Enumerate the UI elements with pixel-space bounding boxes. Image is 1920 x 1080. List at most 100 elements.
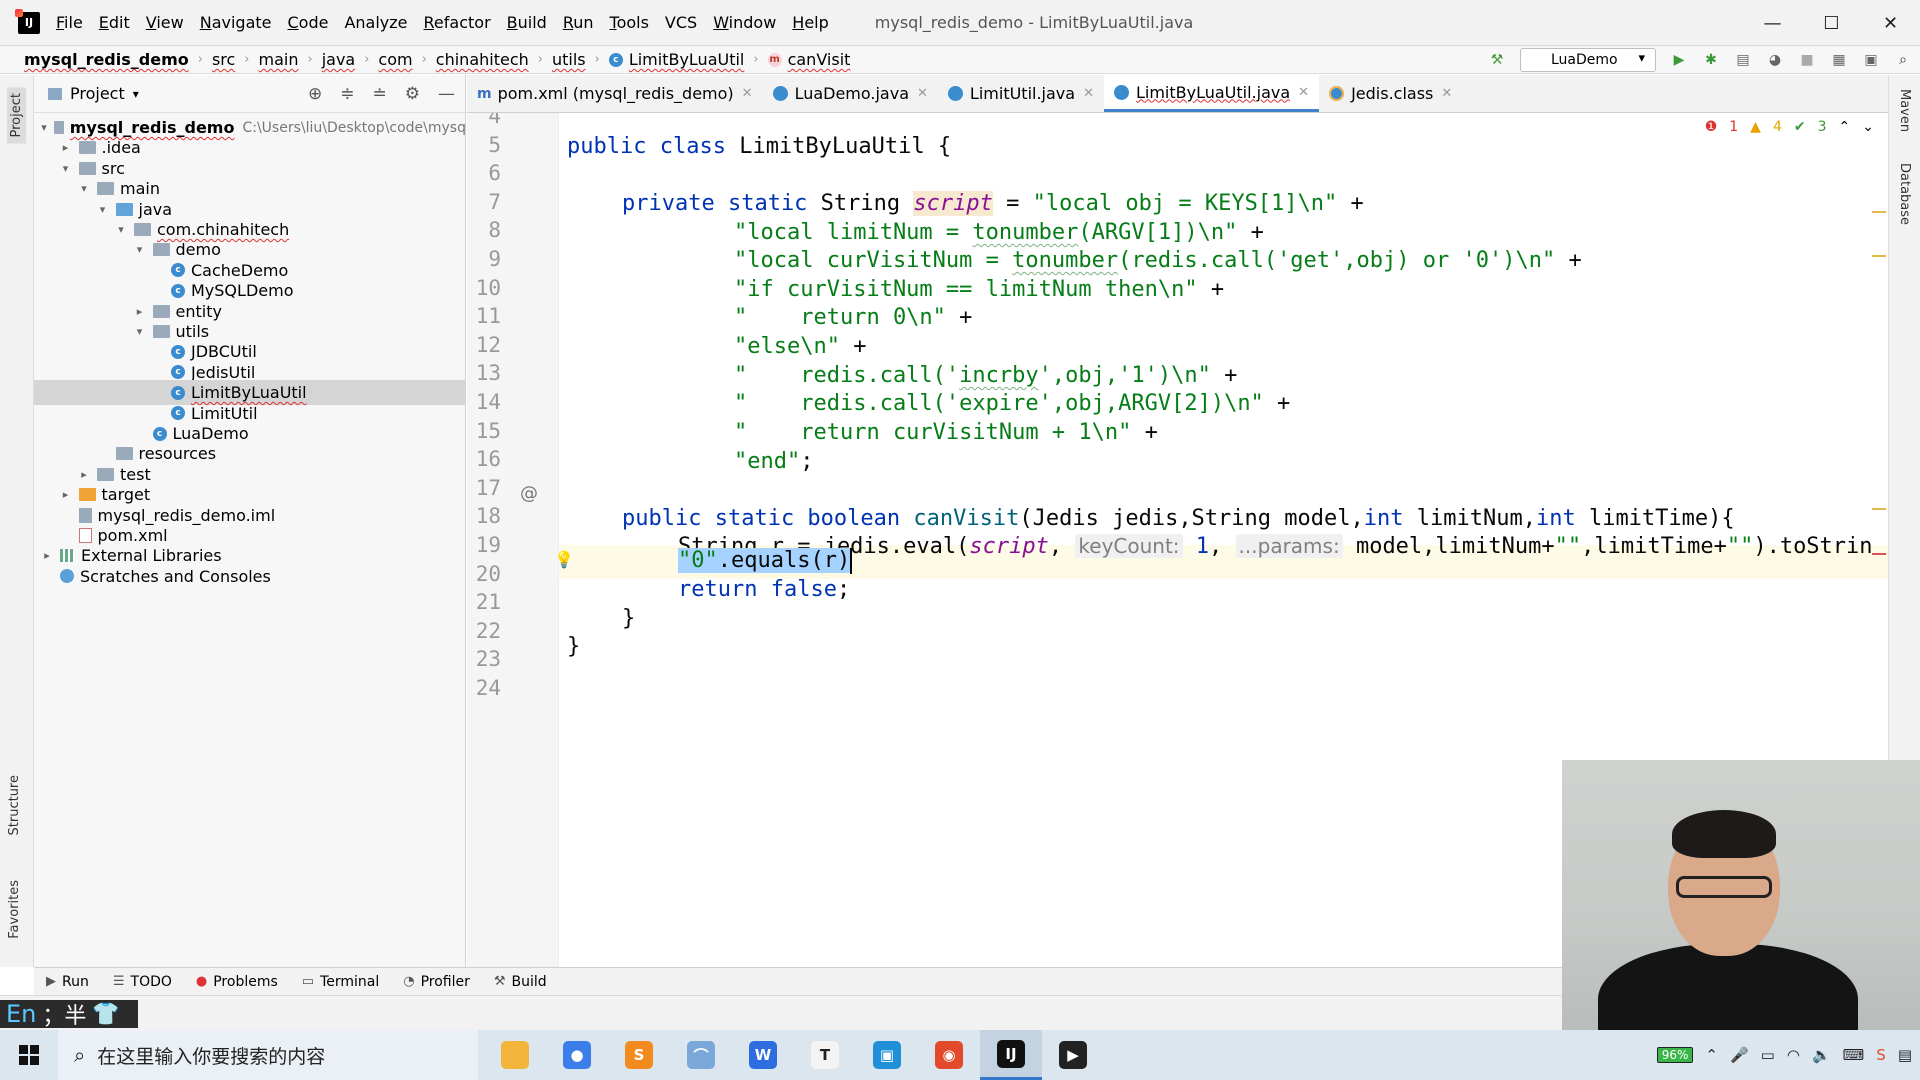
menu-edit[interactable]: Edit (91, 0, 138, 46)
run-icon[interactable]: ▶ (1670, 51, 1688, 69)
collapse-all-icon[interactable]: ≐ (373, 84, 387, 104)
error-marker[interactable] (1872, 553, 1886, 555)
menu-vcs[interactable]: VCS (657, 0, 705, 46)
maven-tool-tab[interactable]: Maven (1897, 89, 1912, 132)
volume-icon[interactable]: 🔈 (1812, 1046, 1831, 1064)
menu-file[interactable]: File (48, 0, 91, 46)
breadcrumb-item[interactable]: com (378, 50, 412, 69)
close-icon[interactable]: ✕ (1441, 86, 1452, 101)
chevron-right-icon[interactable]: ▸ (59, 141, 73, 154)
editor-tab[interactable]: LimitByLuaUtil.java ✕ (1103, 75, 1320, 112)
menu-window[interactable]: Window (705, 0, 784, 46)
battery-icon[interactable]: ▭ (1761, 1046, 1775, 1064)
hide-panel-icon[interactable]: — (438, 84, 455, 104)
taskbar-app-file-explorer[interactable] (484, 1030, 546, 1080)
menu-run[interactable]: Run (555, 0, 602, 46)
intention-bulb-icon[interactable]: 💡 (554, 550, 574, 569)
gear-icon[interactable]: ⚙ (405, 84, 420, 104)
chevron-down-icon[interactable]: ▾ (114, 223, 128, 236)
chevron-up-icon[interactable]: ⌃ (1839, 119, 1851, 135)
warning-marker[interactable] (1872, 211, 1886, 213)
editor-tab[interactable]: LimitUtil.java ✕ (938, 75, 1104, 112)
run-config-select[interactable]: LuaDemo (1520, 48, 1656, 72)
taskbar-app-chrome[interactable]: ● (546, 1030, 608, 1080)
chevron-up-icon[interactable]: ⌃ (1705, 1046, 1718, 1064)
coverage-icon[interactable]: ▤ (1734, 51, 1752, 69)
taskbar-app-recorder[interactable]: ▶ (1042, 1030, 1104, 1080)
sogou-icon[interactable]: S (1876, 1046, 1886, 1064)
taskbar-app-typora[interactable]: T (794, 1030, 856, 1080)
taskbar-app-feather[interactable]: ⌒ (670, 1030, 732, 1080)
menu-analyze[interactable]: Analyze (336, 0, 415, 46)
taskbar-app-swirl-app[interactable]: ◉ (918, 1030, 980, 1080)
warning-marker[interactable] (1872, 255, 1886, 257)
tool-window-profiler[interactable]: ◔ Profiler (403, 974, 470, 990)
chevron-down-icon[interactable]: ▾ (59, 162, 73, 175)
stop-icon[interactable]: ■ (1798, 51, 1816, 69)
project-view-select[interactable]: Project (70, 84, 125, 103)
locate-file-icon[interactable]: ⊕ (308, 84, 322, 104)
close-icon[interactable]: ✕ (1298, 85, 1309, 100)
chevron-down-icon[interactable]: ▾ (40, 121, 48, 134)
chevron-right-icon[interactable]: ▸ (77, 468, 91, 481)
structure-tool-tab[interactable]: Structure (7, 775, 22, 835)
debug-icon[interactable]: ✱ (1702, 51, 1720, 69)
taskbar-search[interactable]: ⌕ 在这里输入你要搜索的内容 (58, 1030, 478, 1080)
chevron-right-icon[interactable]: ▸ (40, 549, 54, 562)
chevron-down-icon[interactable]: ▾ (133, 243, 147, 256)
project-tool-tab[interactable]: Project (7, 87, 26, 144)
menu-refactor[interactable]: Refactor (416, 0, 499, 46)
battery-indicator[interactable]: 96% (1656, 1047, 1694, 1063)
chevron-right-icon[interactable]: ▸ (59, 488, 73, 501)
close-icon[interactable]: ✕ (742, 86, 753, 101)
breadcrumb-item[interactable]: mysql_redis_demo (24, 50, 189, 69)
tool-window-terminal[interactable]: ▭ Terminal (302, 974, 379, 990)
expand-all-icon[interactable]: ≑ (340, 84, 354, 104)
notification-icon[interactable]: ▤ (1898, 1046, 1912, 1064)
database-tool-tab[interactable]: Database (1897, 163, 1912, 225)
project-structure-icon[interactable]: ▦ (1830, 51, 1848, 69)
favorites-tool-tab[interactable]: Favorites (7, 880, 22, 939)
menu-view[interactable]: View (138, 0, 192, 46)
menu-code[interactable]: Code (280, 0, 337, 46)
maximize-button[interactable]: ☐ (1802, 0, 1861, 46)
chevron-down-icon[interactable]: ▾ (133, 325, 147, 338)
close-button[interactable]: ✕ (1861, 0, 1920, 46)
chevron-down-icon[interactable]: ▾ (96, 203, 110, 216)
editor-tab[interactable]: LuaDemo.java ✕ (763, 75, 938, 112)
tool-window-problems[interactable]: ● Problems (196, 974, 278, 990)
breadcrumb-item[interactable]: main (259, 50, 299, 69)
microphone-icon[interactable]: 🎤 (1730, 1046, 1749, 1064)
taskbar-app-intellij[interactable]: IJ (980, 1030, 1042, 1080)
minimize-button[interactable]: — (1743, 0, 1802, 46)
chevron-down-icon[interactable]: ▾ (77, 182, 91, 195)
taskbar-app-sublime[interactable]: S (608, 1030, 670, 1080)
breadcrumb-item[interactable]: chinahitech (436, 50, 529, 69)
chevron-down-icon[interactable]: ▾ (133, 87, 139, 101)
menu-tools[interactable]: Tools (602, 0, 657, 46)
layout-icon[interactable]: ▣ (1862, 51, 1880, 69)
chevron-right-icon[interactable]: ▸ (133, 305, 147, 318)
tool-window-build[interactable]: ⚒ Build (494, 974, 547, 990)
close-icon[interactable]: ✕ (1083, 86, 1094, 101)
close-icon[interactable]: ✕ (917, 86, 928, 101)
ime-tray-icon[interactable]: ⌨ (1843, 1046, 1865, 1064)
build-hammer-icon[interactable]: ⚒ (1488, 51, 1506, 69)
taskbar-app-wps-writer[interactable]: W (732, 1030, 794, 1080)
start-button[interactable] (0, 1030, 58, 1080)
chevron-down-icon[interactable]: ⌄ (1862, 119, 1874, 135)
wifi-icon[interactable]: ◠ (1787, 1046, 1800, 1064)
breadcrumb-item[interactable]: java (322, 50, 356, 69)
editor-tab[interactable]: Jedis.class ✕ (1319, 75, 1462, 112)
tree-item[interactable]: Scratches and Consoles (34, 564, 466, 589)
search-icon[interactable]: ⌕ (1894, 51, 1912, 69)
tool-window-todo[interactable]: ☰ TODO (113, 974, 172, 990)
profile-icon[interactable]: ◕ (1766, 51, 1784, 69)
menu-build[interactable]: Build (499, 0, 555, 46)
breadcrumb-item[interactable]: c LimitByLuaUtil (608, 50, 744, 69)
menu-help[interactable]: Help (784, 0, 836, 46)
breadcrumb-item[interactable]: utils (552, 50, 586, 69)
tool-window-run[interactable]: ▶ Run (46, 974, 89, 990)
taskbar-app-screen-tool[interactable]: ▣ (856, 1030, 918, 1080)
warning-marker[interactable] (1872, 508, 1886, 510)
